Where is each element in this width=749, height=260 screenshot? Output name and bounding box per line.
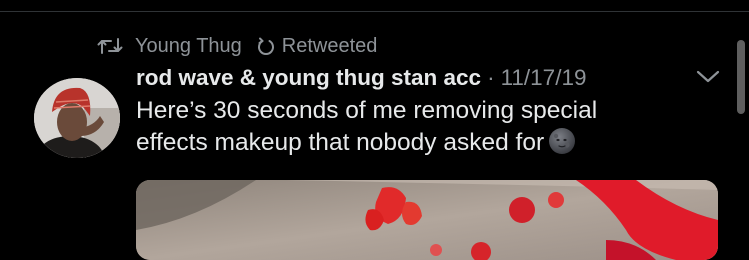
retweeted-label: Retweeted (281, 34, 378, 57)
tweet-text-line-2-text: effects makeup that nobody asked for (136, 129, 545, 156)
avatar[interactable] (34, 78, 120, 158)
author-name[interactable]: rod wave & young thug stan acc (136, 65, 481, 91)
retweet-context[interactable]: Young Thug Retweeted (97, 33, 377, 59)
retweet-icon (97, 37, 123, 55)
scrollbar[interactable] (737, 40, 745, 114)
new-moon-face-emoji (548, 127, 576, 164)
tweet-text-line-1: Here’s 30 seconds of me removing special (136, 97, 598, 124)
tweet-text: Here’s 30 seconds of me removing special… (136, 95, 696, 164)
chevron-down-icon[interactable] (695, 66, 721, 86)
undo-icon (256, 36, 276, 56)
tweet-date[interactable]: 11/17/19 (501, 65, 587, 91)
top-divider (0, 0, 749, 12)
tweet-text-line-2: effects makeup that nobody asked for (136, 127, 696, 164)
tweet-header: rod wave & young thug stan acc · 11/17/1… (136, 62, 586, 94)
media-preview[interactable] (136, 180, 718, 260)
separator-dot: · (487, 65, 495, 90)
retweeter-name[interactable]: Young Thug (135, 35, 242, 58)
